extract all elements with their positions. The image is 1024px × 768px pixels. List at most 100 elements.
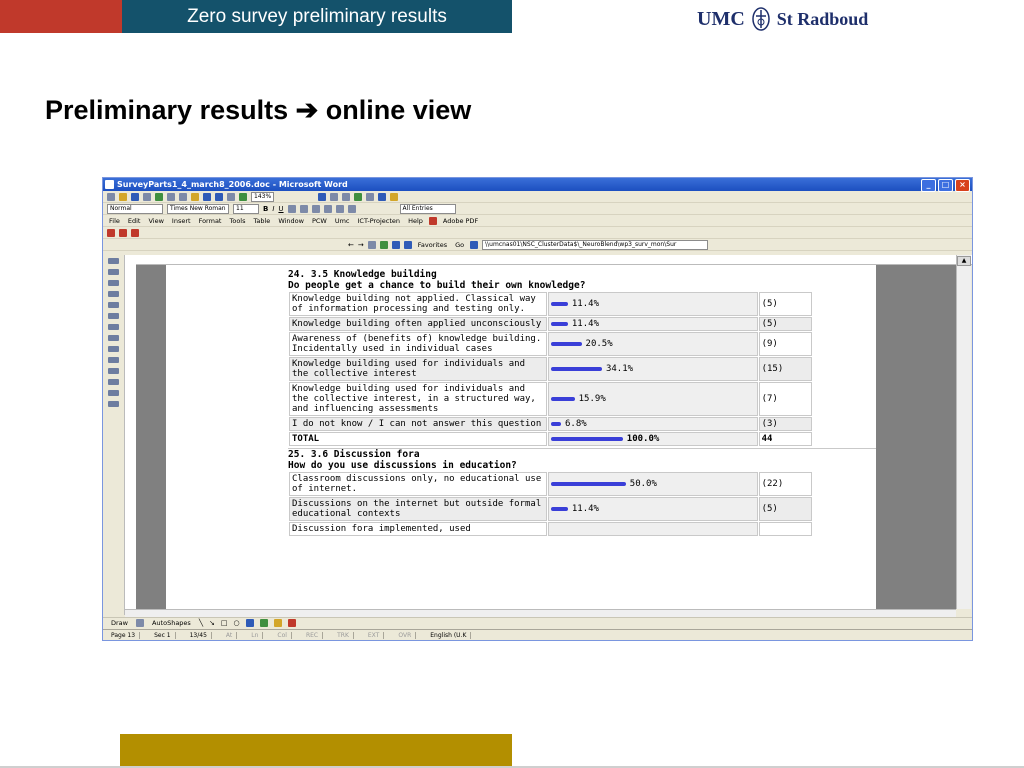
menu-help[interactable]: Help bbox=[406, 217, 425, 225]
open-icon[interactable] bbox=[119, 193, 127, 201]
autoshapes-menu[interactable]: AutoShapes bbox=[150, 619, 193, 627]
sort-descending-icon[interactable] bbox=[108, 401, 119, 407]
font-size-select[interactable]: 11 bbox=[233, 204, 259, 214]
pdf-icon[interactable] bbox=[428, 217, 437, 225]
pdf-email-icon[interactable] bbox=[119, 229, 127, 237]
percentage-label: 34.1% bbox=[605, 364, 634, 374]
menu-window[interactable]: Window bbox=[276, 217, 306, 225]
web-toolbar-icon[interactable] bbox=[470, 241, 479, 249]
spellcheck-icon[interactable] bbox=[155, 193, 163, 201]
align-right-icon[interactable] bbox=[311, 205, 320, 213]
bullets-icon[interactable] bbox=[347, 205, 356, 213]
menu-file[interactable]: File bbox=[107, 217, 122, 225]
style-select[interactable]: Normal bbox=[107, 204, 163, 214]
font-select[interactable]: Times New Roman bbox=[167, 204, 229, 214]
search-web-icon[interactable] bbox=[403, 241, 412, 249]
print-icon[interactable] bbox=[143, 193, 151, 201]
toolbar-icon-a[interactable] bbox=[330, 193, 339, 201]
new-icon[interactable] bbox=[107, 193, 115, 201]
favorites-menu[interactable]: Favorites bbox=[416, 241, 449, 249]
menu-insert[interactable]: Insert bbox=[170, 217, 193, 225]
clipart-icon[interactable] bbox=[259, 619, 268, 627]
save-icon[interactable] bbox=[131, 193, 139, 201]
textbox-icon[interactable] bbox=[245, 619, 254, 627]
draw-menu[interactable]: Draw bbox=[109, 619, 130, 627]
justify-icon[interactable] bbox=[323, 205, 332, 213]
align-left-icon[interactable] bbox=[287, 205, 296, 213]
underline-button[interactable]: U bbox=[278, 205, 283, 213]
menu-edit[interactable]: Edit bbox=[126, 217, 143, 225]
back-icon[interactable]: ← bbox=[348, 241, 354, 249]
zoom-select[interactable]: 143% bbox=[251, 192, 275, 202]
menu-tools[interactable]: Tools bbox=[227, 217, 247, 225]
refresh-icon[interactable] bbox=[379, 241, 388, 249]
menu-table[interactable]: Table bbox=[252, 217, 273, 225]
side-tool-3-icon[interactable] bbox=[108, 280, 119, 286]
numbering-icon[interactable] bbox=[335, 205, 344, 213]
bold-button[interactable]: B bbox=[263, 205, 268, 213]
adobe-pdf-menu[interactable]: Adobe PDF bbox=[441, 217, 480, 225]
fill-color-icon[interactable] bbox=[273, 619, 282, 627]
select-objects-icon[interactable] bbox=[135, 619, 144, 627]
menu-format[interactable]: Format bbox=[197, 217, 224, 225]
toolbar-icon-b[interactable] bbox=[342, 193, 351, 201]
toolbar-icon-c[interactable] bbox=[354, 193, 363, 201]
percentage-bar bbox=[550, 422, 561, 426]
undo-icon[interactable] bbox=[203, 193, 211, 201]
redo-icon[interactable] bbox=[215, 193, 223, 201]
pdf-convert-icon[interactable] bbox=[107, 229, 115, 237]
status-ovr[interactable]: OVR bbox=[394, 631, 417, 639]
paste-icon[interactable] bbox=[191, 193, 199, 201]
status-ext[interactable]: EXT bbox=[364, 631, 385, 639]
side-tool-10-icon[interactable] bbox=[108, 357, 119, 363]
toolbar-icon-d[interactable] bbox=[366, 193, 375, 201]
rectangle-icon[interactable]: □ bbox=[221, 619, 228, 627]
menu-umc[interactable]: Umc bbox=[333, 217, 352, 225]
home-icon[interactable] bbox=[391, 241, 400, 249]
address-field[interactable]: \\umcnas01\NSC_ClusterData$\_NeuroBlend\… bbox=[482, 240, 709, 250]
menu-pcw[interactable]: PCW bbox=[310, 217, 329, 225]
side-tool-9-icon[interactable] bbox=[108, 346, 119, 352]
stop-icon[interactable] bbox=[367, 241, 376, 249]
go-menu[interactable]: Go bbox=[453, 241, 466, 249]
italic-button[interactable]: I bbox=[272, 205, 274, 213]
side-tool-1-icon[interactable] bbox=[108, 258, 119, 264]
scroll-up-icon[interactable]: ▲ bbox=[957, 256, 971, 266]
forward-icon[interactable]: → bbox=[358, 241, 364, 249]
maximize-button[interactable]: □ bbox=[938, 179, 953, 192]
pdf-review-icon[interactable] bbox=[131, 229, 139, 237]
vertical-scrollbar[interactable]: ▲ bbox=[956, 255, 971, 609]
table-icon[interactable] bbox=[227, 193, 235, 201]
font-color-icon[interactable] bbox=[287, 619, 296, 627]
side-tool-8-icon[interactable] bbox=[108, 335, 119, 341]
drawing-icon[interactable] bbox=[239, 193, 247, 201]
side-tool-12-icon[interactable] bbox=[108, 379, 119, 385]
side-tool-6-icon[interactable] bbox=[108, 313, 119, 319]
toolbar-icon-e[interactable] bbox=[378, 193, 387, 201]
side-tool-7-icon[interactable] bbox=[108, 324, 119, 330]
entries-select[interactable]: All Entries bbox=[399, 204, 456, 214]
total-percentage-bar bbox=[550, 437, 623, 441]
question-24-table: Knowledge building not applied. Classica… bbox=[288, 291, 813, 447]
status-rec[interactable]: REC bbox=[302, 631, 324, 639]
help-icon[interactable] bbox=[390, 193, 399, 201]
line-icon[interactable]: ╲ bbox=[199, 619, 203, 627]
menu-view[interactable]: View bbox=[146, 217, 165, 225]
copy-icon[interactable] bbox=[179, 193, 187, 201]
cut-icon[interactable] bbox=[167, 193, 175, 201]
close-button[interactable]: × bbox=[955, 179, 970, 192]
status-at: At bbox=[222, 631, 238, 639]
side-tool-4-icon[interactable] bbox=[108, 291, 119, 297]
side-tool-11-icon[interactable] bbox=[108, 368, 119, 374]
align-center-icon[interactable] bbox=[299, 205, 308, 213]
minimize-button[interactable]: _ bbox=[921, 179, 936, 192]
oval-icon[interactable]: ○ bbox=[234, 619, 240, 627]
side-tool-2-icon[interactable] bbox=[108, 269, 119, 275]
side-tool-5-icon[interactable] bbox=[108, 302, 119, 308]
status-trk[interactable]: TRK bbox=[333, 631, 354, 639]
status-language[interactable]: English (U.K bbox=[426, 631, 472, 639]
sort-ascending-icon[interactable] bbox=[108, 390, 119, 396]
arrow-icon[interactable]: ↘ bbox=[209, 619, 215, 627]
menu-ict-projecten[interactable]: ICT-Projecten bbox=[356, 217, 403, 225]
research-icon[interactable] bbox=[318, 193, 327, 201]
